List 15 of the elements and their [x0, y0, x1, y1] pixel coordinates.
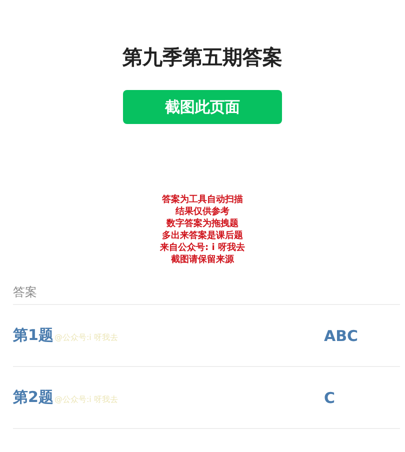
screenshot-button[interactable]: 截图此页面: [123, 90, 282, 124]
notice-line: 多出来答案是课后题: [162, 230, 243, 242]
question-label: 第1题: [13, 326, 54, 345]
notice-line: 结果仅供参考: [175, 206, 230, 218]
answer-text: C: [324, 388, 336, 406]
notice-line: 答案为工具自动扫描: [162, 194, 243, 206]
section-label: 答案: [13, 284, 38, 300]
page-title: 第九季第五期答案: [122, 44, 282, 70]
notice-line: 来自公众号: i 呀我去: [160, 242, 245, 254]
notice-line: 数字答案为拖拽题: [166, 218, 238, 230]
source-text: @公众号:i 呀我去: [54, 332, 118, 343]
source-text: @公众号:i 呀我去: [54, 394, 118, 405]
answer-text: ABC: [324, 326, 358, 344]
notice-line: 截图请保留来源: [170, 254, 234, 266]
question-label: 第2题: [13, 388, 54, 407]
